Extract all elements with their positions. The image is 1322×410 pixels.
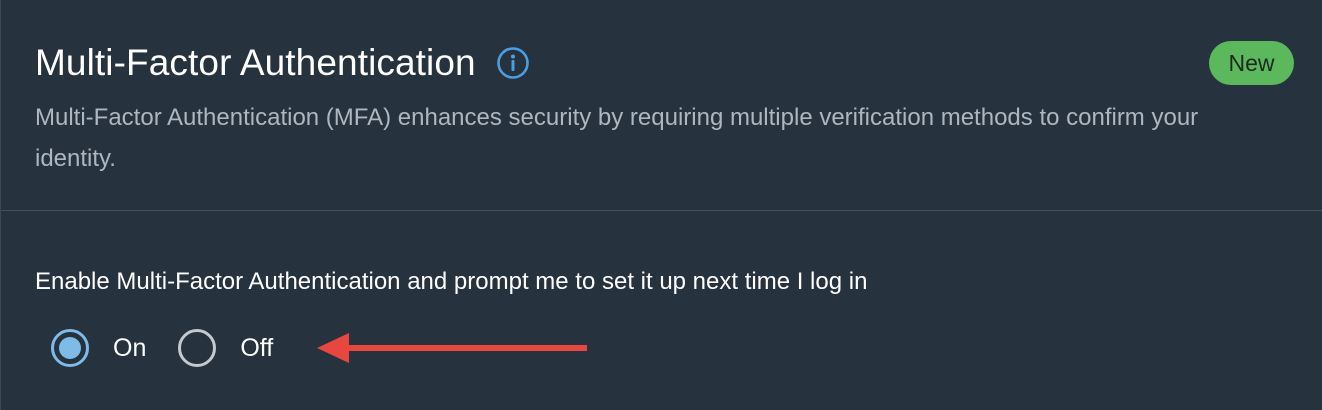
- radio-off-label[interactable]: Off: [240, 329, 273, 367]
- radio-off-button[interactable]: [178, 329, 217, 367]
- mfa-setting-label: Enable Multi-Factor Authentication and p…: [35, 268, 868, 295]
- mfa-radio-group: On Off: [51, 328, 305, 368]
- radio-on-label[interactable]: On: [113, 329, 146, 367]
- mfa-settings-panel: Multi-Factor Authentication New Multi-Fa…: [0, 0, 1322, 410]
- radio-option-off[interactable]: Off: [178, 329, 273, 367]
- section-title: Multi-Factor Authentication: [35, 42, 476, 83]
- arrow-left-icon: [317, 333, 587, 363]
- radio-selected-dot: [59, 337, 81, 359]
- radio-option-on[interactable]: On: [51, 329, 146, 367]
- section-description: Multi-Factor Authentication (MFA) enhanc…: [35, 104, 1199, 172]
- info-icon[interactable]: [496, 46, 530, 80]
- radio-on-button[interactable]: [51, 329, 89, 367]
- title-row: Multi-Factor Authentication: [35, 40, 530, 86]
- new-badge: New: [1209, 41, 1294, 85]
- section-header: Multi-Factor Authentication New Multi-Fa…: [1, 0, 1322, 211]
